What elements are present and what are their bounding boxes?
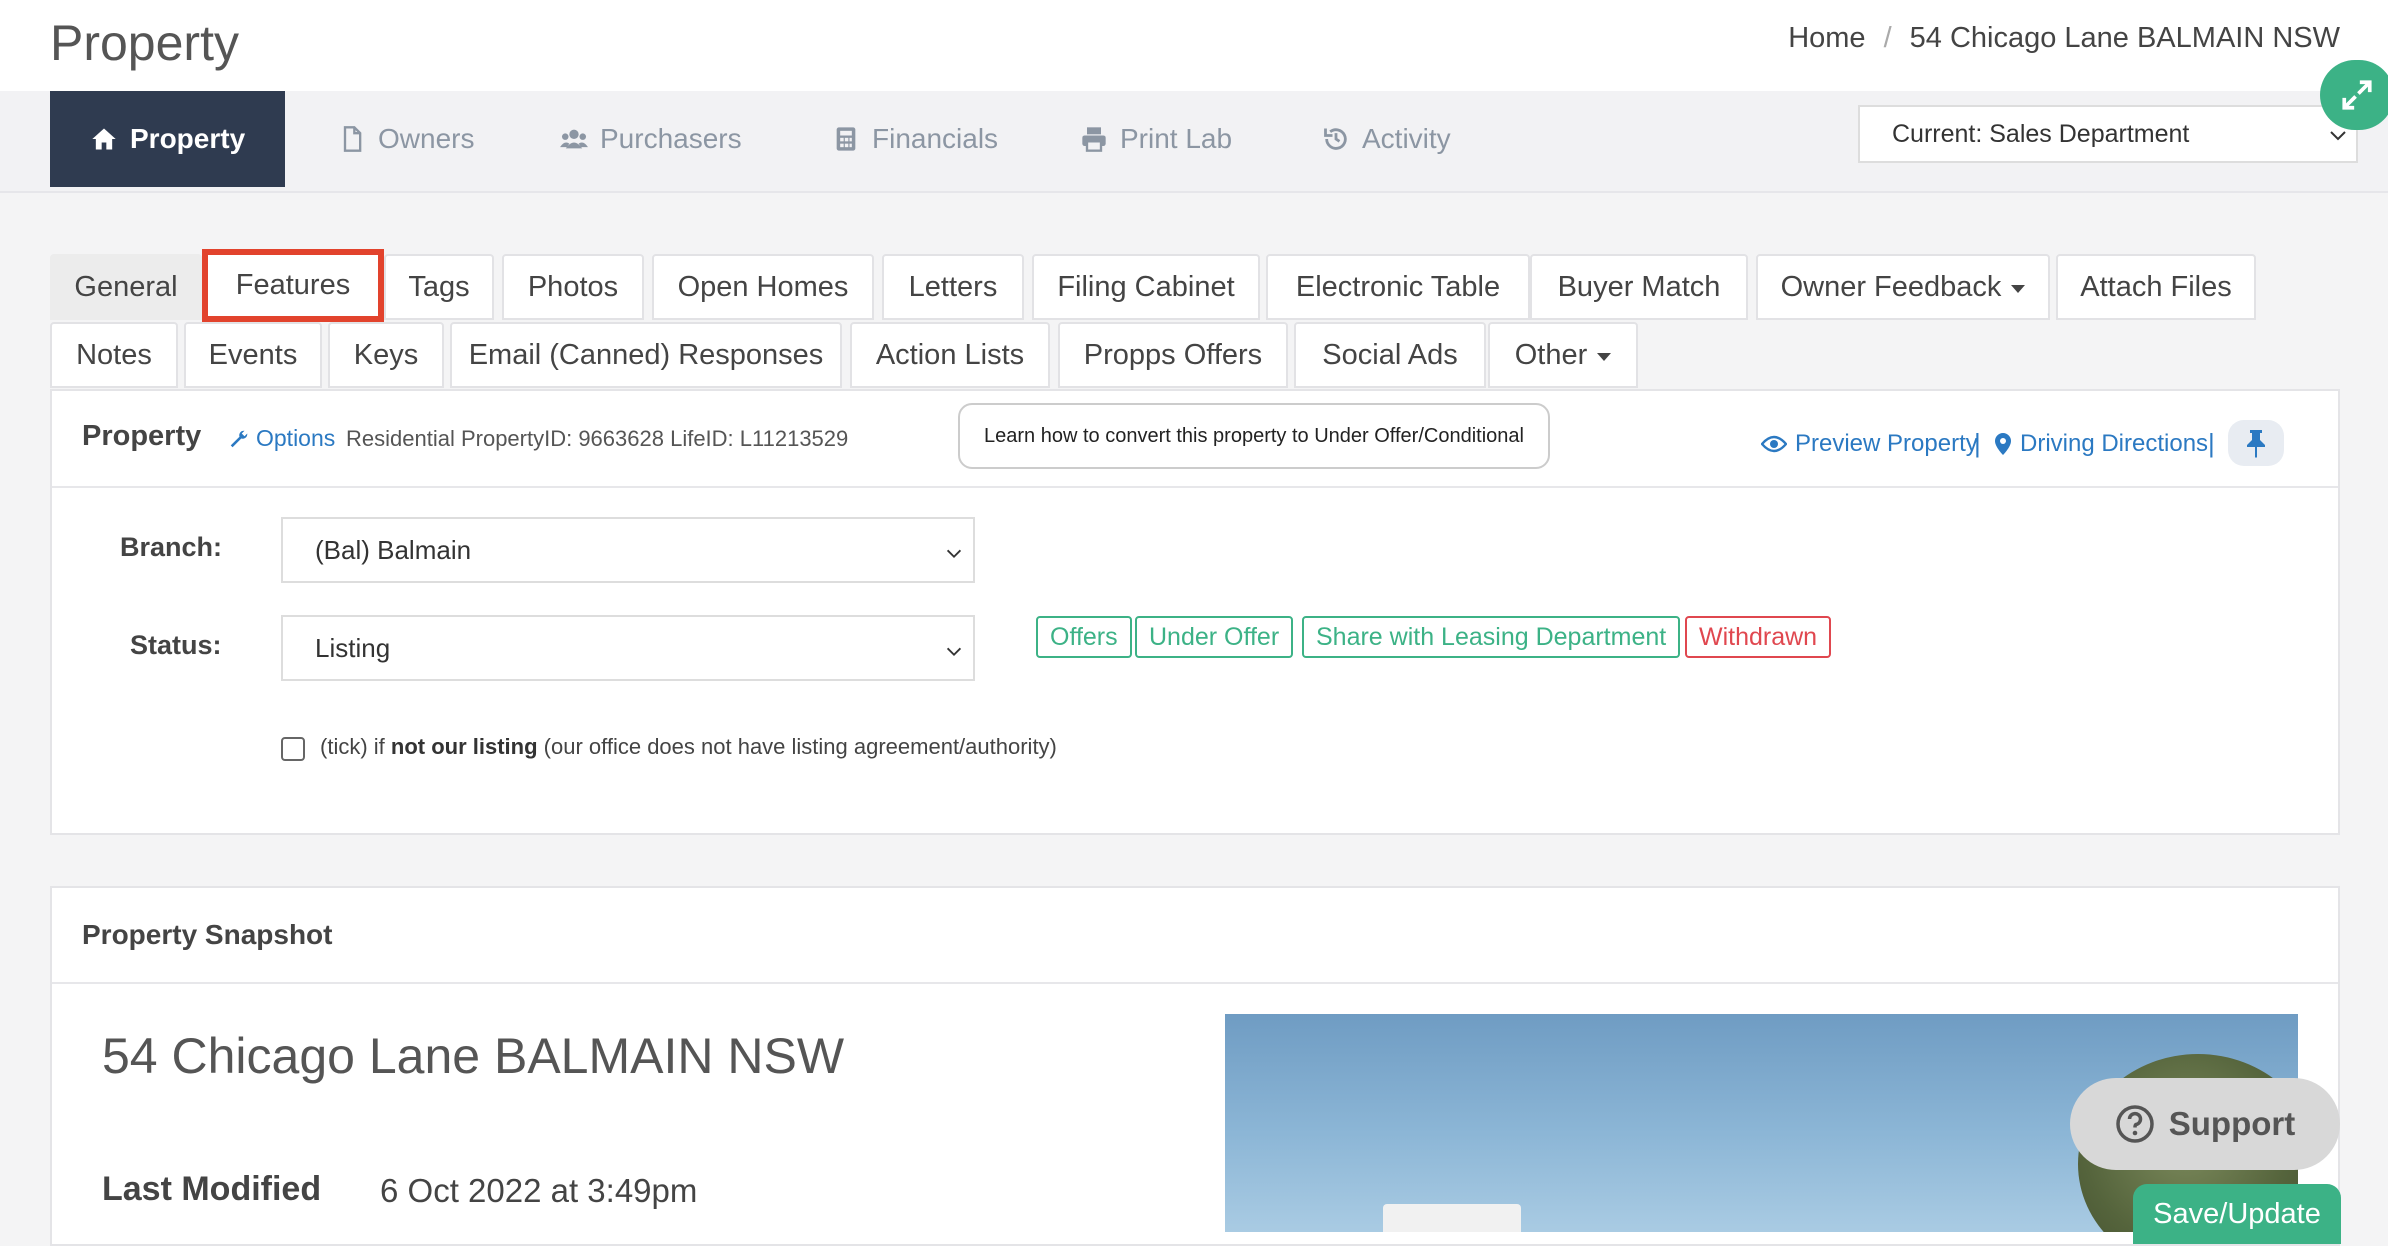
tab-events[interactable]: Events <box>184 322 322 388</box>
snapshot-address: 54 Chicago Lane BALMAIN NSW <box>102 1028 845 1084</box>
caret-down-icon <box>1597 353 1612 361</box>
pin-button[interactable] <box>2228 420 2284 466</box>
breadcrumb-current: 54 Chicago Lane BALMAIN NSW <box>1909 22 2340 54</box>
tab-other-label: Other <box>1514 338 1588 371</box>
department-select[interactable]: Current: Sales Department <box>1858 105 2358 163</box>
nav-print-lab-label: Print Lab <box>1120 123 1233 154</box>
expand-icon <box>2342 80 2372 110</box>
department-select-value: Current: Sales Department <box>1892 119 2190 148</box>
tab-social-ads[interactable]: Social Ads <box>1294 322 1486 388</box>
under-offer-button[interactable]: Under Offer <box>1135 616 1294 658</box>
driving-directions-label: Driving Directions <box>2020 430 2209 457</box>
photo-house <box>1383 1204 1521 1232</box>
tab-action-lists[interactable]: Action Lists <box>850 322 1050 388</box>
nav-owners-label: Owners <box>378 123 475 154</box>
checkbox-text-post: (our office does not have listing agreem… <box>537 734 1057 759</box>
support-label: Support <box>2168 1105 2296 1142</box>
checkbox-text-bold: not our listing <box>390 734 538 759</box>
tab-email-canned-responses[interactable]: Email (Canned) Responses <box>450 322 842 388</box>
tab-photos[interactable]: Photos <box>502 254 644 320</box>
divider <box>52 982 2338 984</box>
support-button[interactable]: Support <box>2070 1078 2340 1170</box>
chevron-down-icon <box>946 549 962 559</box>
status-select[interactable]: Listing <box>281 615 975 681</box>
branch-select-value: (Bal) Balmain <box>315 534 472 565</box>
tab-open-homes[interactable]: Open Homes <box>652 254 874 320</box>
question-circle-icon <box>2116 1105 2154 1143</box>
thumbtack-icon <box>2247 430 2265 458</box>
save-update-button[interactable]: Save/Update <box>2133 1184 2341 1244</box>
nav-owners[interactable]: Owners <box>338 91 474 187</box>
status-select-value: Listing <box>315 632 391 663</box>
users-icon <box>560 129 588 149</box>
nav-property[interactable]: Property <box>50 91 286 187</box>
not-our-listing-checkbox[interactable] <box>281 737 305 761</box>
checkbox-text-pre: (tick) if <box>320 734 391 759</box>
history-icon <box>1324 128 1347 150</box>
link-separator: | <box>1974 428 1981 458</box>
nav-print-lab[interactable]: Print Lab <box>1080 91 1232 187</box>
panel-title: Property <box>82 420 202 452</box>
breadcrumb-home[interactable]: Home <box>1788 22 1865 55</box>
tab-notes[interactable]: Notes <box>50 322 178 388</box>
tab-electronic-table[interactable]: Electronic Table <box>1266 254 1530 320</box>
driving-directions-link[interactable]: Driving Directions <box>1994 430 2208 458</box>
options-label: Options <box>256 425 336 451</box>
last-modified-value: 6 Oct 2022 at 3:49pm <box>380 1172 698 1209</box>
printer-icon <box>1082 127 1106 152</box>
tab-buyer-match[interactable]: Buyer Match <box>1530 254 1748 320</box>
file-icon <box>343 126 362 152</box>
tab-owner-feedback-label: Owner Feedback <box>1780 270 2002 303</box>
tab-general[interactable]: General <box>50 254 202 320</box>
options-link[interactable]: Options <box>228 425 335 452</box>
tab-other[interactable]: Other <box>1488 322 1638 388</box>
status-label: Status: <box>130 630 222 660</box>
nav-purchasers[interactable]: Purchasers <box>560 91 742 187</box>
nav-activity[interactable]: Activity <box>1322 91 1451 187</box>
map-marker-icon <box>1995 433 2011 455</box>
share-with-leasing-button[interactable]: Share with Leasing Department <box>1302 616 1681 658</box>
link-separator: | <box>2208 428 2215 458</box>
property-meta: Residential PropertyID: 9663628 LifeID: … <box>346 426 849 451</box>
preview-property-link[interactable]: Preview Property <box>1761 430 1978 458</box>
preview-property-label: Preview Property <box>1795 430 1978 457</box>
breadcrumb: Home / 54 Chicago Lane BALMAIN NSW <box>1788 22 2340 55</box>
branch-label: Branch: <box>120 532 223 562</box>
withdrawn-button[interactable]: Withdrawn <box>1685 616 1832 658</box>
chevron-down-icon <box>946 647 962 657</box>
tab-attach-files[interactable]: Attach Files <box>2056 254 2256 320</box>
nav-purchasers-label: Purchasers <box>600 123 742 154</box>
breadcrumb-separator: / <box>1883 22 1892 54</box>
page-title: Property <box>50 15 239 71</box>
offers-button[interactable]: Offers <box>1036 616 1132 658</box>
expand-button[interactable] <box>2320 60 2388 130</box>
nav-financials-label: Financials <box>872 123 999 154</box>
tab-tags[interactable]: Tags <box>384 254 494 320</box>
divider <box>52 486 2338 488</box>
branch-select[interactable]: (Bal) Balmain <box>281 517 975 583</box>
last-modified-label: Last Modified <box>102 1170 322 1208</box>
tab-features[interactable]: Features <box>202 249 384 322</box>
nav-property-label: Property <box>130 123 246 154</box>
snapshot-title: Property Snapshot <box>82 919 333 950</box>
calculator-icon <box>836 127 856 151</box>
not-our-listing-label: (tick) if not our listing (our office do… <box>320 734 1057 760</box>
tab-keys[interactable]: Keys <box>328 322 444 388</box>
nav-financials[interactable]: Financials <box>832 91 998 187</box>
eye-icon <box>1761 435 1787 453</box>
nav-activity-label: Activity <box>1362 123 1451 154</box>
home-icon <box>92 128 116 150</box>
tab-filing-cabinet[interactable]: Filing Cabinet <box>1032 254 1260 320</box>
caret-down-icon <box>2011 285 2026 293</box>
tab-letters[interactable]: Letters <box>882 254 1024 320</box>
tab-propps-offers[interactable]: Propps Offers <box>1058 322 1288 388</box>
wrench-icon <box>230 430 248 447</box>
tab-owner-feedback[interactable]: Owner Feedback <box>1756 254 2050 320</box>
convert-help-tooltip[interactable]: Learn how to convert this property to Un… <box>958 403 1550 469</box>
